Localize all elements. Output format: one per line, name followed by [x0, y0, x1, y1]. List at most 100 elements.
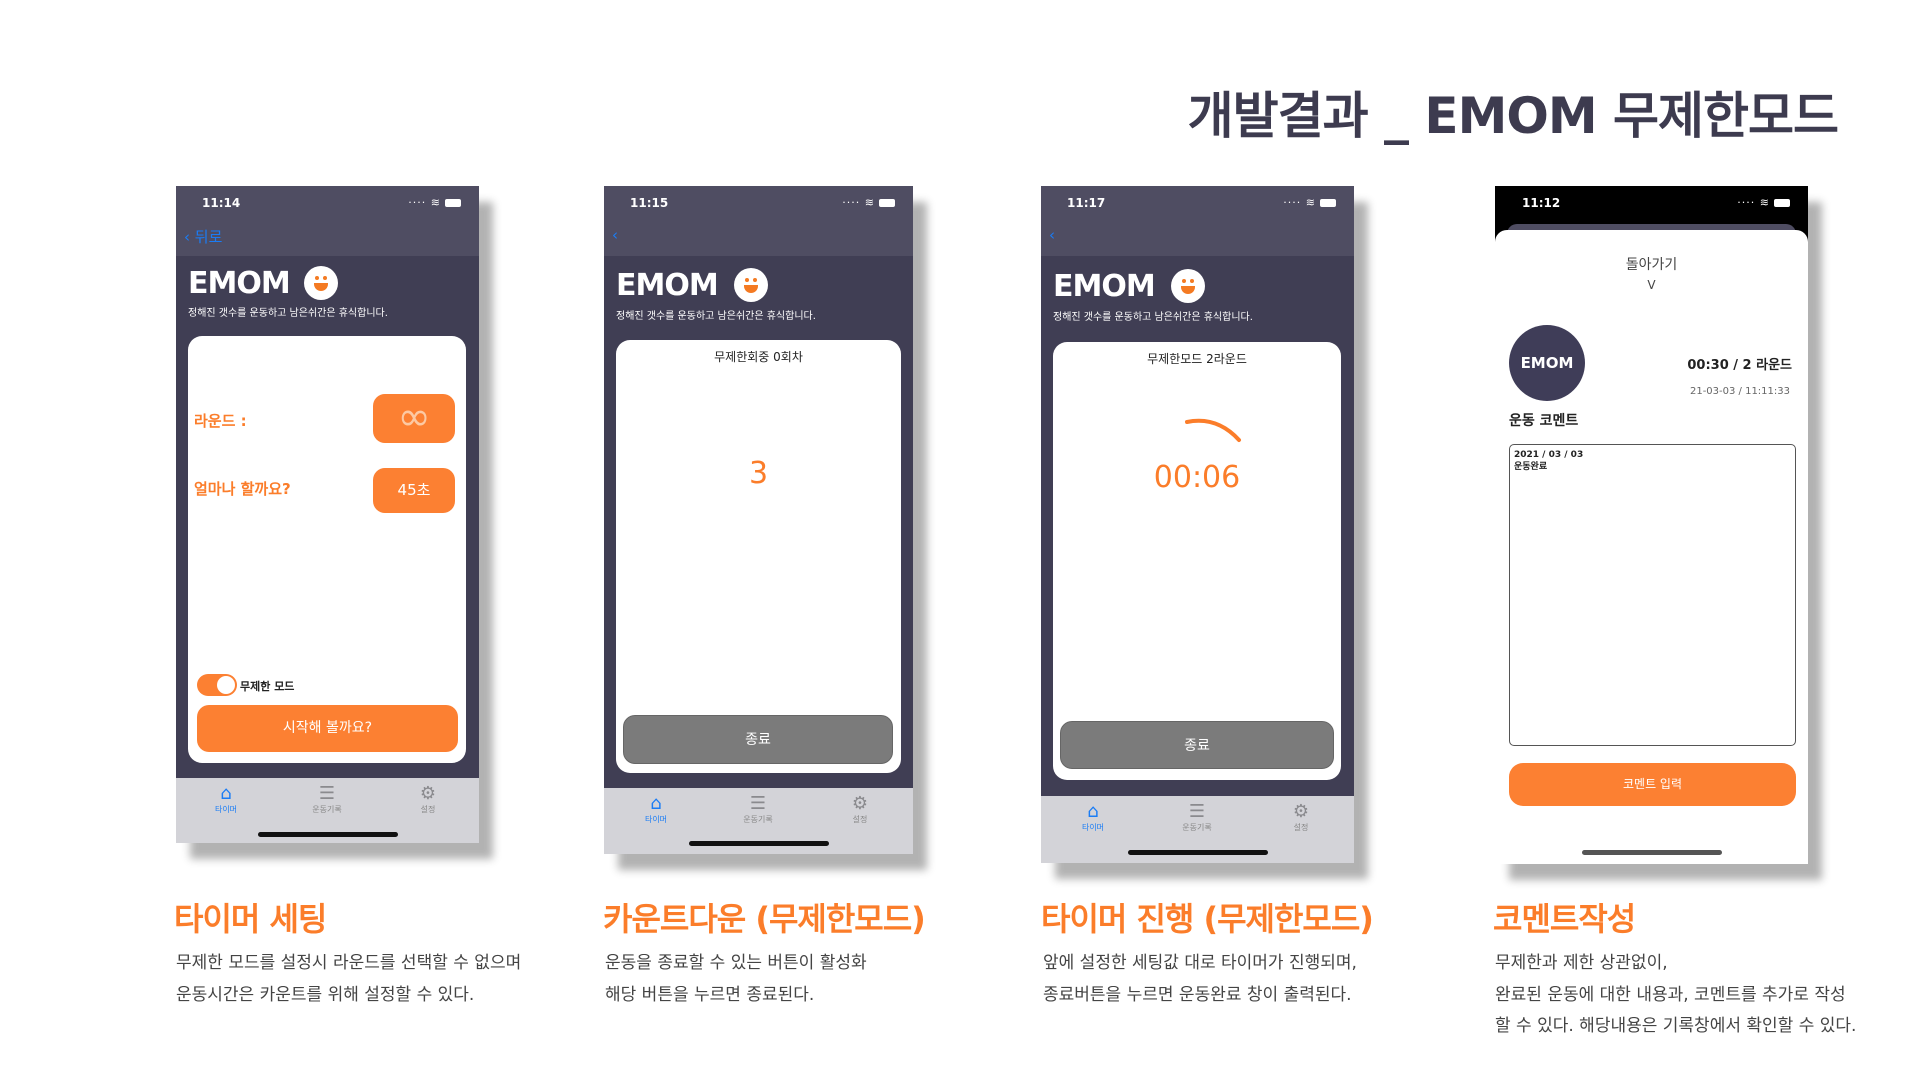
smiley-icon — [1171, 269, 1205, 303]
caption-line: 할 수 있다. 해당내용은 기록창에서 확인할 수 있다. — [1495, 1016, 1857, 1036]
tab-timer[interactable]: ⌂ 타이머 — [196, 784, 256, 815]
subtitle: 정해진 갯수를 운동하고 남은쉬간은 휴식합니다. — [188, 308, 388, 319]
page-title: 개발결과 _ EMOM 무제한모드 — [1187, 87, 1839, 145]
tab-timer[interactable]: ⌂ 타이머 — [626, 794, 686, 825]
subtitle: 정해진 갯수를 운동하고 남은쉬간은 휴식합니다. — [616, 311, 816, 322]
smiley-icon — [734, 268, 768, 302]
caption-line: 무제한 모드를 설정시 라운드를 선택할 수 없으며 — [176, 953, 522, 973]
back-button[interactable]: ‹ 뒤로 — [184, 226, 222, 247]
phone-timer-running: 11:17 ···· ≋ ‹ EMOM 정해진 갯수를 운동하고 남은쉬간은 휴… — [1041, 186, 1354, 863]
caption-line: 완료된 운동에 대한 내용과, 코멘트를 추가로 작성 — [1495, 984, 1846, 1005]
house-icon: ⌂ — [220, 783, 232, 804]
status-time: 11:17 — [1067, 196, 1106, 210]
comment-textarea[interactable]: 2021 / 03 / 03 운동완료 — [1509, 444, 1796, 746]
gear-icon: ⚙ — [851, 793, 869, 814]
home-indicator — [1127, 850, 1268, 855]
caption-line: 해당 버튼을 누르면 종료된다. — [605, 984, 815, 1005]
round-status: 무제한모드 2라운드 — [1147, 352, 1247, 366]
caption-description: 앞에 설정한 세팅값 대로 타이머가 진행되며, 종료버튼을 누르면 운동완료 … — [1043, 948, 1357, 1011]
subtitle: 정해진 갯수를 운동하고 남은쉬간은 휴식합니다. — [1053, 312, 1253, 323]
home-indicator — [688, 841, 829, 846]
dismiss-label: 돌아가기 — [1625, 257, 1678, 273]
duration-label: 얼마나 할까요? — [194, 480, 291, 498]
countdown-number: 3 — [748, 456, 769, 491]
list-icon: ☰ — [749, 793, 767, 814]
comment-line: 2021 / 03 / 03 — [1514, 450, 1584, 460]
round-label: 라운드 : — [194, 412, 247, 430]
house-icon: ⌂ — [1087, 801, 1099, 822]
tab-records[interactable]: ☰ 운동기록 — [1167, 802, 1227, 833]
tab-label: 설정 — [852, 815, 868, 824]
nav-bar: 11:17 ···· ≋ ‹ — [1041, 186, 1354, 256]
tab-settings[interactable]: ⚙ 설정 — [398, 784, 458, 815]
caption-description: 무제한 모드를 설정시 라운드를 선택할 수 없으며 운동시간은 카운트를 위해… — [176, 948, 521, 1011]
tab-label: 타이머 — [214, 805, 238, 814]
comment-label: 운동 코멘트 — [1509, 413, 1579, 429]
workout-summary: 00:30 / 2 라운드 — [1687, 358, 1792, 373]
back-button[interactable]: ‹ — [1049, 226, 1055, 244]
submit-comment-button[interactable]: 코멘트 입력 — [1509, 763, 1796, 806]
smiley-icon — [304, 266, 338, 300]
tab-bar: ⌂ 타이머 ☰ 운동기록 ⚙ 설정 — [604, 788, 913, 854]
wifi-battery-icon: ···· ≋ — [1283, 196, 1336, 209]
home-indicator — [1581, 850, 1722, 855]
caption-line: 종료버튼을 누르면 운동완료 창이 출력된다. — [1043, 984, 1352, 1005]
caption-title: 타이머 세팅 — [174, 900, 327, 938]
tab-records[interactable]: ☰ 운동기록 — [297, 784, 357, 815]
caption-title: 타이머 진행 (무제한모드) — [1041, 900, 1374, 938]
gear-icon: ⚙ — [1292, 801, 1310, 822]
home-indicator — [257, 832, 398, 837]
back-label: 뒤로 — [194, 228, 223, 246]
progress-arc — [1185, 418, 1241, 442]
tab-settings[interactable]: ⚙ 설정 — [830, 794, 890, 825]
round-infinity-button[interactable]: ∞ — [373, 394, 455, 443]
caption-line: 운동시간은 카운트를 위해 설정할 수 있다. — [176, 984, 475, 1005]
emom-badge: EMOM — [1509, 325, 1585, 401]
tab-label: 운동기록 — [1182, 823, 1212, 832]
list-icon: ☰ — [318, 783, 336, 804]
round-status: 무제한회중 0회차 — [714, 350, 803, 364]
wifi-battery-icon: ···· ≋ — [1737, 196, 1790, 209]
tab-label: 타이머 — [1081, 823, 1105, 832]
tab-timer[interactable]: ⌂ 타이머 — [1063, 802, 1123, 833]
comment-line: 운동완료 — [1514, 462, 1548, 472]
phone-comment: 11:12 ···· ≋ 돌아가기 V EMOM 00:30 / 2 라운드 2… — [1495, 186, 1808, 864]
tab-settings[interactable]: ⚙ 설정 — [1271, 802, 1331, 833]
app-title: EMOM — [616, 268, 719, 303]
app-title: EMOM — [1053, 269, 1156, 304]
start-button[interactable]: 시작해 볼까요? — [197, 705, 458, 752]
workout-datetime: 21-03-03 / 11:11:33 — [1689, 386, 1790, 397]
tab-records[interactable]: ☰ 운동기록 — [728, 794, 788, 825]
nav-bar: 11:15 ···· ≋ ‹ — [604, 186, 913, 256]
end-button[interactable]: 종료 — [623, 715, 893, 764]
back-button[interactable]: ‹ — [612, 226, 618, 244]
duration-button[interactable]: 45초 — [373, 468, 455, 513]
tab-label: 운동기록 — [743, 815, 773, 824]
caption-line: 무제한과 제한 상관없이, — [1495, 953, 1668, 973]
app-title: EMOM — [188, 266, 291, 301]
nav-bar: 11:14 ···· ≋ ‹ 뒤로 — [176, 186, 479, 256]
countdown-card: 무제한회중 0회차 3 종료 — [616, 340, 901, 773]
phone-countdown: 11:15 ···· ≋ ‹ EMOM 정해진 갯수를 운동하고 남은쉬간은 휴… — [604, 186, 913, 854]
caption-description: 무제한과 제한 상관없이, 완료된 운동에 대한 내용과, 코멘트를 추가로 작… — [1495, 948, 1856, 1043]
end-button[interactable]: 종료 — [1060, 721, 1334, 769]
status-time: 11:12 — [1522, 196, 1561, 210]
caption-description: 운동을 종료할 수 있는 버튼이 활성화 해당 버튼을 누르면 종료된다. — [605, 948, 867, 1011]
phone-timer-setting: 11:14 ···· ≋ ‹ 뒤로 EMOM 정해진 갯수를 운동하고 남은쉬간… — [176, 186, 479, 843]
unlimited-toggle[interactable] — [197, 674, 237, 696]
timer-card: 무제한모드 2라운드 00:06 종료 — [1053, 342, 1341, 780]
tab-bar: ⌂ 타이머 ☰ 운동기록 ⚙ 설정 — [176, 778, 479, 843]
caption-title: 코멘트작성 — [1493, 900, 1636, 938]
dismiss-button[interactable]: 돌아가기 V — [1495, 254, 1808, 292]
caption-title: 카운트다운 (무제한모드) — [603, 900, 926, 938]
tab-label: 타이머 — [644, 815, 668, 824]
tab-label: 설정 — [1293, 823, 1309, 832]
house-icon: ⌂ — [650, 793, 662, 814]
tab-label: 설정 — [420, 805, 436, 814]
gear-icon: ⚙ — [419, 783, 437, 804]
timer-display: 00:06 — [1153, 460, 1241, 495]
settings-card: 라운드 : ∞ 얼마나 할까요? 45초 무제한 모드 시작해 볼까요? — [188, 336, 466, 763]
tab-bar: ⌂ 타이머 ☰ 운동기록 ⚙ 설정 — [1041, 796, 1354, 863]
wifi-battery-icon: ···· ≋ — [842, 196, 895, 209]
caption-line: 앞에 설정한 세팅값 대로 타이머가 진행되며, — [1043, 953, 1357, 973]
